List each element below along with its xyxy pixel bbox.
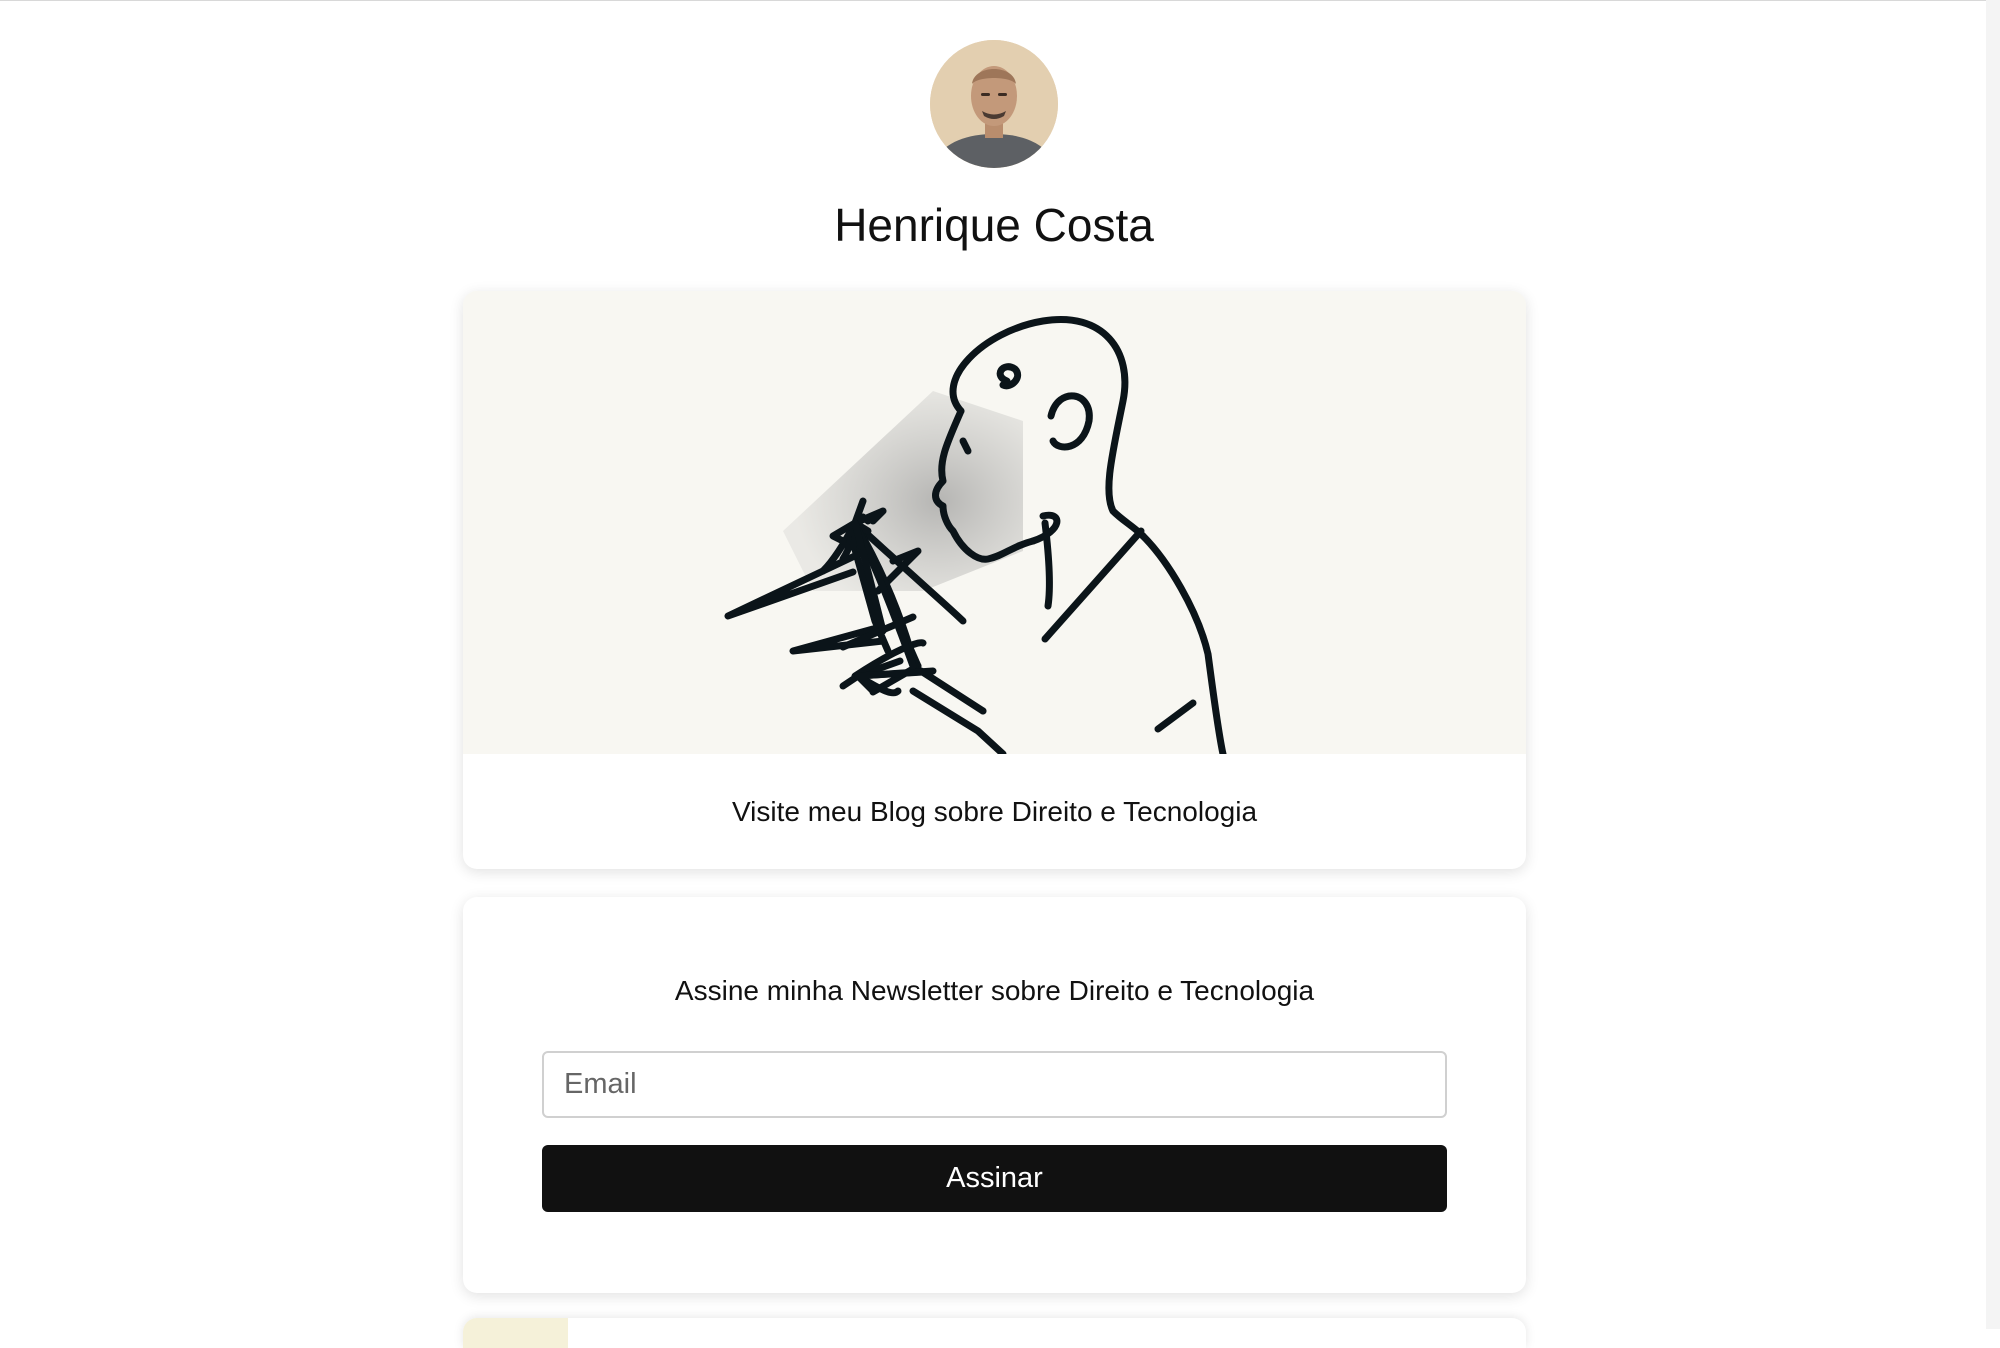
profile-name: Henrique Costa — [834, 199, 1154, 251]
avatar-photo-icon — [930, 40, 1058, 168]
next-card-thumbnail — [463, 1318, 568, 1348]
blog-link-card[interactable]: Visite meu Blog sobre Direito e Tecnolog… — [463, 291, 1526, 869]
top-border — [0, 0, 2000, 1]
scrollbar-track[interactable] — [1986, 0, 2000, 1329]
blog-link-label[interactable]: Visite meu Blog sobre Direito e Tecnolog… — [463, 754, 1526, 869]
person-looking-at-phone-illustration — [463, 291, 1526, 754]
next-card-preview[interactable] — [463, 1318, 1526, 1348]
newsletter-title: Assine minha Newsletter sobre Direito e … — [674, 975, 1315, 1006]
avatar — [930, 40, 1058, 168]
profile-header: Henrique Costa — [0, 40, 1988, 252]
newsletter-card: Assine minha Newsletter sobre Direito e … — [463, 897, 1526, 1293]
email-input[interactable] — [542, 1051, 1447, 1118]
subscribe-button[interactable]: Assinar — [542, 1145, 1447, 1212]
